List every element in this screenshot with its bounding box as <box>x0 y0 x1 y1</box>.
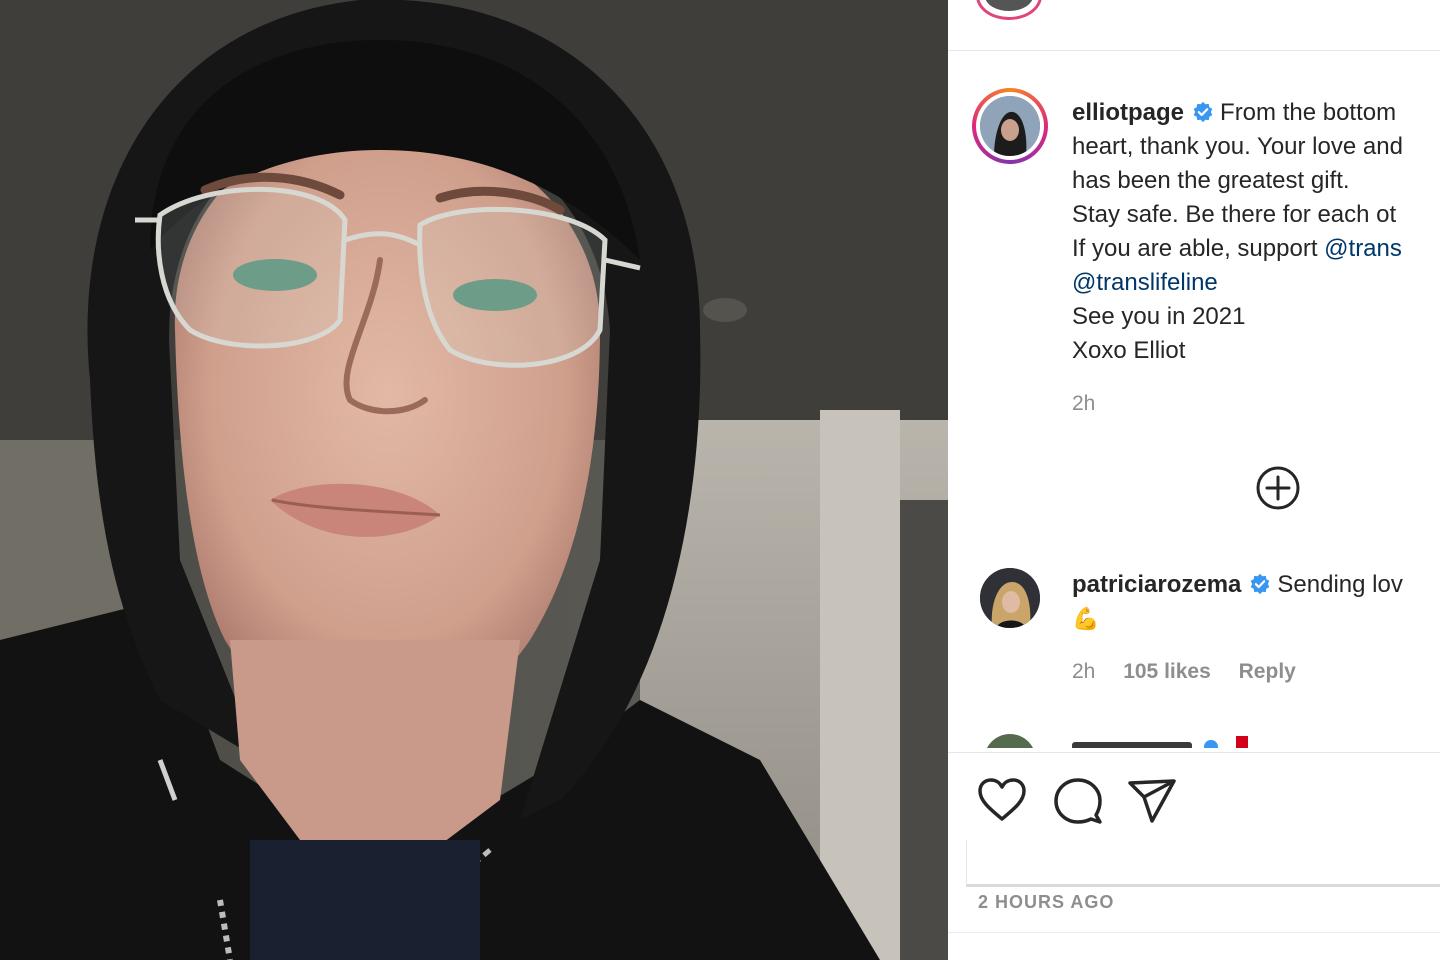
support-mention-link[interactable]: @trans <box>1324 235 1402 262</box>
header-avatar[interactable] <box>976 0 1042 20</box>
caption-line-4: Stay safe. Be there for each ot <box>1072 201 1397 228</box>
post-panel: elliotpage From the bottom heart, thank y… <box>948 0 1440 960</box>
next-comment-partial <box>948 730 1440 748</box>
comment-age: 2h <box>1072 660 1096 683</box>
caption-line-1: elliotpage From the bottom <box>1072 96 1440 130</box>
post-age: 2h <box>1072 392 1096 415</box>
comment-likes-button[interactable]: 105 likes <box>1123 660 1211 683</box>
verified-badge-icon <box>1251 573 1270 595</box>
post-photo <box>0 0 948 960</box>
author-username[interactable]: elliotpage <box>1072 99 1184 126</box>
post-header <box>948 0 1440 51</box>
commenter-username[interactable]: patriciarozema <box>1072 571 1241 598</box>
comment-text: Sending lov <box>1277 571 1403 598</box>
caption-line-8: Xoxo Elliot <box>1072 337 1186 364</box>
caption-line-2: heart, thank you. Your love and <box>1072 133 1403 160</box>
support-text: If you are able, support <box>1072 235 1325 262</box>
caption-line-7: See you in 2021 <box>1072 303 1246 330</box>
comment-meta: 2h 105 likes Reply <box>1072 660 1318 684</box>
caption-line-3: has been the greatest gift. <box>1072 167 1350 194</box>
comment-reply-button[interactable]: Reply <box>1239 660 1296 683</box>
post-timestamp: 2 HOURS AGO <box>978 892 1115 912</box>
translifeline-mention-link[interactable]: @translifeline <box>1072 266 1440 300</box>
paper-plane-icon[interactable] <box>1126 775 1178 827</box>
author-avatar[interactable] <box>972 88 1048 164</box>
comment-item: patriciarozema Sending lov 💪 <box>1072 568 1403 636</box>
plus-circle-icon[interactable] <box>1254 464 1302 512</box>
verified-badge-icon <box>1193 101 1213 123</box>
divider <box>948 932 1440 933</box>
comment-input-area[interactable] <box>966 840 1440 887</box>
action-bar <box>948 752 1440 849</box>
speech-bubble-icon[interactable] <box>1052 775 1104 827</box>
comment-emoji: 💪 <box>1072 606 1100 631</box>
heart-icon[interactable] <box>976 775 1028 827</box>
caption-text-start: From the bottom <box>1220 99 1397 126</box>
commenter-avatar[interactable] <box>980 568 1040 628</box>
caption-line-5: If you are able, support @trans <box>1072 232 1440 266</box>
post-caption: elliotpage From the bottom heart, thank y… <box>1072 96 1440 368</box>
